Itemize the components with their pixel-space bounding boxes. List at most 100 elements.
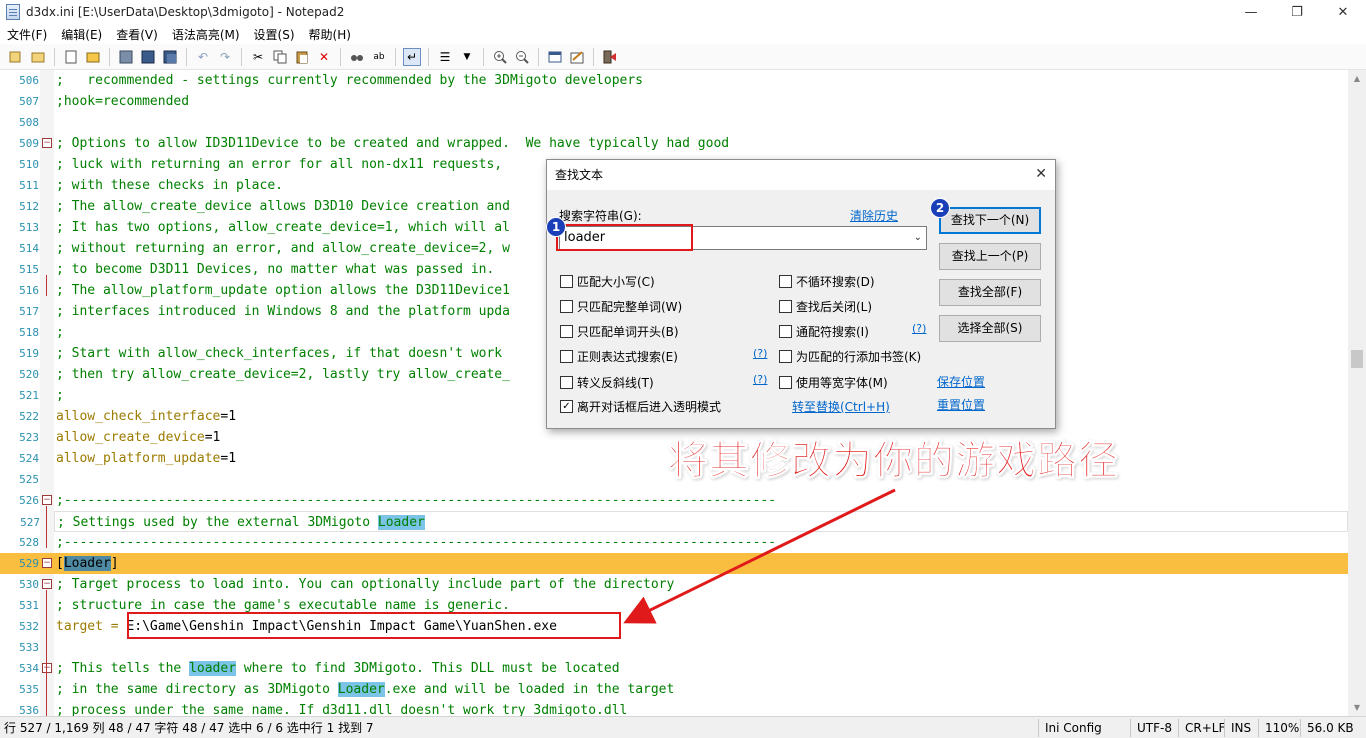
menu-settings[interactable]: 设置(S) [247,26,302,43]
browse-icon[interactable] [62,48,80,66]
code-line[interactable]: 508 [0,112,1348,133]
scheme-icon[interactable] [546,48,564,66]
minimize-button[interactable]: — [1228,0,1274,24]
option-checkbox[interactable]: 使用等宽字体(M) [779,374,888,391]
help-wildcard-icon[interactable]: (?) [912,322,926,335]
code-line[interactable]: 506 ; recommended - settings currently re… [0,70,1348,91]
close-button[interactable]: ✕ [1320,0,1366,24]
checkbox-icon[interactable] [560,275,573,288]
open-icon[interactable] [29,48,47,66]
exit-icon[interactable] [601,48,619,66]
code-line[interactable]: 528 ;------------------------------------… [0,532,1348,553]
checkbox-icon[interactable] [779,300,792,313]
find-all-button[interactable]: 查找全部(F) [939,279,1041,306]
fold-toggle-icon[interactable]: − [42,558,52,568]
line-text: ; without returning an error, and allow_… [56,238,510,259]
code-line[interactable]: 536 ; process under the same name. If d3d… [0,700,1348,716]
dialog-close-icon[interactable]: ✕ [1035,166,1047,182]
checkbox-icon[interactable] [560,300,573,313]
cut-icon[interactable]: ✂ [249,48,267,66]
settings-icon[interactable]: ☰ [436,48,454,66]
reset-position-link[interactable]: 重置位置 [937,396,985,413]
code-line[interactable]: 530 ; Target process to load into. You ca… [0,574,1348,595]
new-icon[interactable] [7,48,25,66]
status-encoding[interactable]: UTF-8 [1130,718,1178,737]
undo-icon[interactable]: ↶ [194,48,212,66]
option-checkbox[interactable]: 只匹配完整单词(W) [560,298,682,315]
checkbox-icon[interactable] [779,350,792,363]
option-checkbox[interactable]: 只匹配单词开头(B) [560,323,679,340]
line-number: 513 [19,221,39,234]
help-regex-icon[interactable]: (?) [753,347,767,360]
fold-toggle-icon[interactable]: − [42,495,52,505]
select-all-button[interactable]: 选择全部(S) [939,315,1041,342]
code-token: ; to become D3D11 Devices, no matter wha… [56,262,495,277]
redo-icon[interactable]: ↷ [216,48,234,66]
checkmark-icon[interactable]: ✓ [560,400,573,413]
option-checkbox[interactable]: 正则表达式搜索(E) [560,348,678,365]
zoom-out-icon[interactable] [513,48,531,66]
code-line[interactable]: 526 ;------------------------------------… [0,490,1348,511]
delete-icon[interactable]: ✕ [315,48,333,66]
scroll-thumb[interactable] [1351,350,1363,368]
option-checkbox[interactable]: 为匹配的行添加书签(K) [779,348,921,365]
code-line[interactable]: 527 ; Settings used by the external 3DMig… [20,511,1348,532]
fold-toggle-icon[interactable]: − [42,663,52,673]
clear-history-link[interactable]: 清除历史 [850,207,898,224]
line-number: 527 [20,516,40,529]
toolbar-separator [186,47,187,66]
checkbox-icon[interactable] [560,350,573,363]
checkbox-icon[interactable] [779,325,792,338]
zoom-in-icon[interactable] [491,48,509,66]
save-as-icon[interactable] [117,48,135,66]
checkbox-icon[interactable] [779,376,792,389]
save-icon[interactable] [84,48,102,66]
maximize-button[interactable]: ❐ [1274,0,1320,24]
fold-toggle-icon[interactable]: − [42,138,52,148]
replace-icon[interactable]: ab [370,48,388,66]
option-checkbox[interactable]: 不循环搜索(D) [779,273,875,290]
fold-toggle-icon[interactable]: − [42,579,52,589]
scroll-up-icon[interactable]: ▲ [1348,70,1366,87]
checkbox-icon[interactable] [779,275,792,288]
paste-icon[interactable] [293,48,311,66]
find-icon[interactable] [348,48,366,66]
code-line[interactable]: 509 ; Options to allow ID3D11Device to be… [0,133,1348,154]
customize-icon[interactable] [568,48,586,66]
copy-icon[interactable] [271,48,289,66]
menu-help[interactable]: 帮助(H) [302,26,358,43]
find-dialog: 查找文本 ✕ 搜索字符串(G): 清除历史 loader ⌄ 查找下一个(N) … [546,159,1056,429]
status-zoom[interactable]: 110% [1258,718,1300,737]
vertical-scrollbar[interactable]: ▲ ▼ [1348,70,1366,716]
save-all-icon[interactable] [161,48,179,66]
wordwrap-icon[interactable]: ↵ [403,47,421,66]
checkbox-icon[interactable] [560,325,573,338]
code-line[interactable]: 533 [0,637,1348,658]
option-checkbox[interactable]: 查找后关闭(L) [779,298,872,315]
status-ins[interactable]: INS [1224,718,1258,737]
status-eol[interactable]: CR+LF [1178,718,1225,737]
find-next-button[interactable]: 查找下一个(N) [939,207,1041,234]
dropdown-arrow-icon[interactable]: ▼ [458,48,476,66]
help-escape-icon[interactable]: (?) [753,373,767,386]
menu-file[interactable]: 文件(F) [0,26,54,43]
code-line[interactable]: 529 [Loader] [0,553,1348,574]
checkbox-icon[interactable] [560,376,573,389]
menu-syntax[interactable]: 语法高亮(M) [165,26,247,43]
code-line[interactable]: 535 ; in the same directory as 3DMigoto L… [0,679,1348,700]
save-position-link[interactable]: 保存位置 [937,373,985,390]
scroll-down-icon[interactable]: ▼ [1348,699,1366,716]
option-checkbox[interactable]: 匹配大小写(C) [560,273,655,290]
goto-replace-link[interactable]: 转至替换(Ctrl+H) [792,398,890,415]
chevron-down-icon[interactable]: ⌄ [914,227,922,249]
option-checkbox[interactable]: 通配符搜索(I) [779,323,869,340]
option-checkbox[interactable]: ✓ 离开对话框后进入透明模式 [560,398,721,415]
save-copy-icon[interactable] [139,48,157,66]
find-prev-button[interactable]: 查找上一个(P) [939,243,1041,270]
status-lexer[interactable]: Ini Config File [1038,718,1130,737]
option-checkbox[interactable]: 转义反斜线(T) [560,374,654,391]
code-line[interactable]: 507 ;hook=recommended [0,91,1348,112]
menu-view[interactable]: 查看(V) [109,26,165,43]
menu-edit[interactable]: 编辑(E) [54,26,109,43]
code-line[interactable]: 534 ; This tells the loader where to find… [0,658,1348,679]
